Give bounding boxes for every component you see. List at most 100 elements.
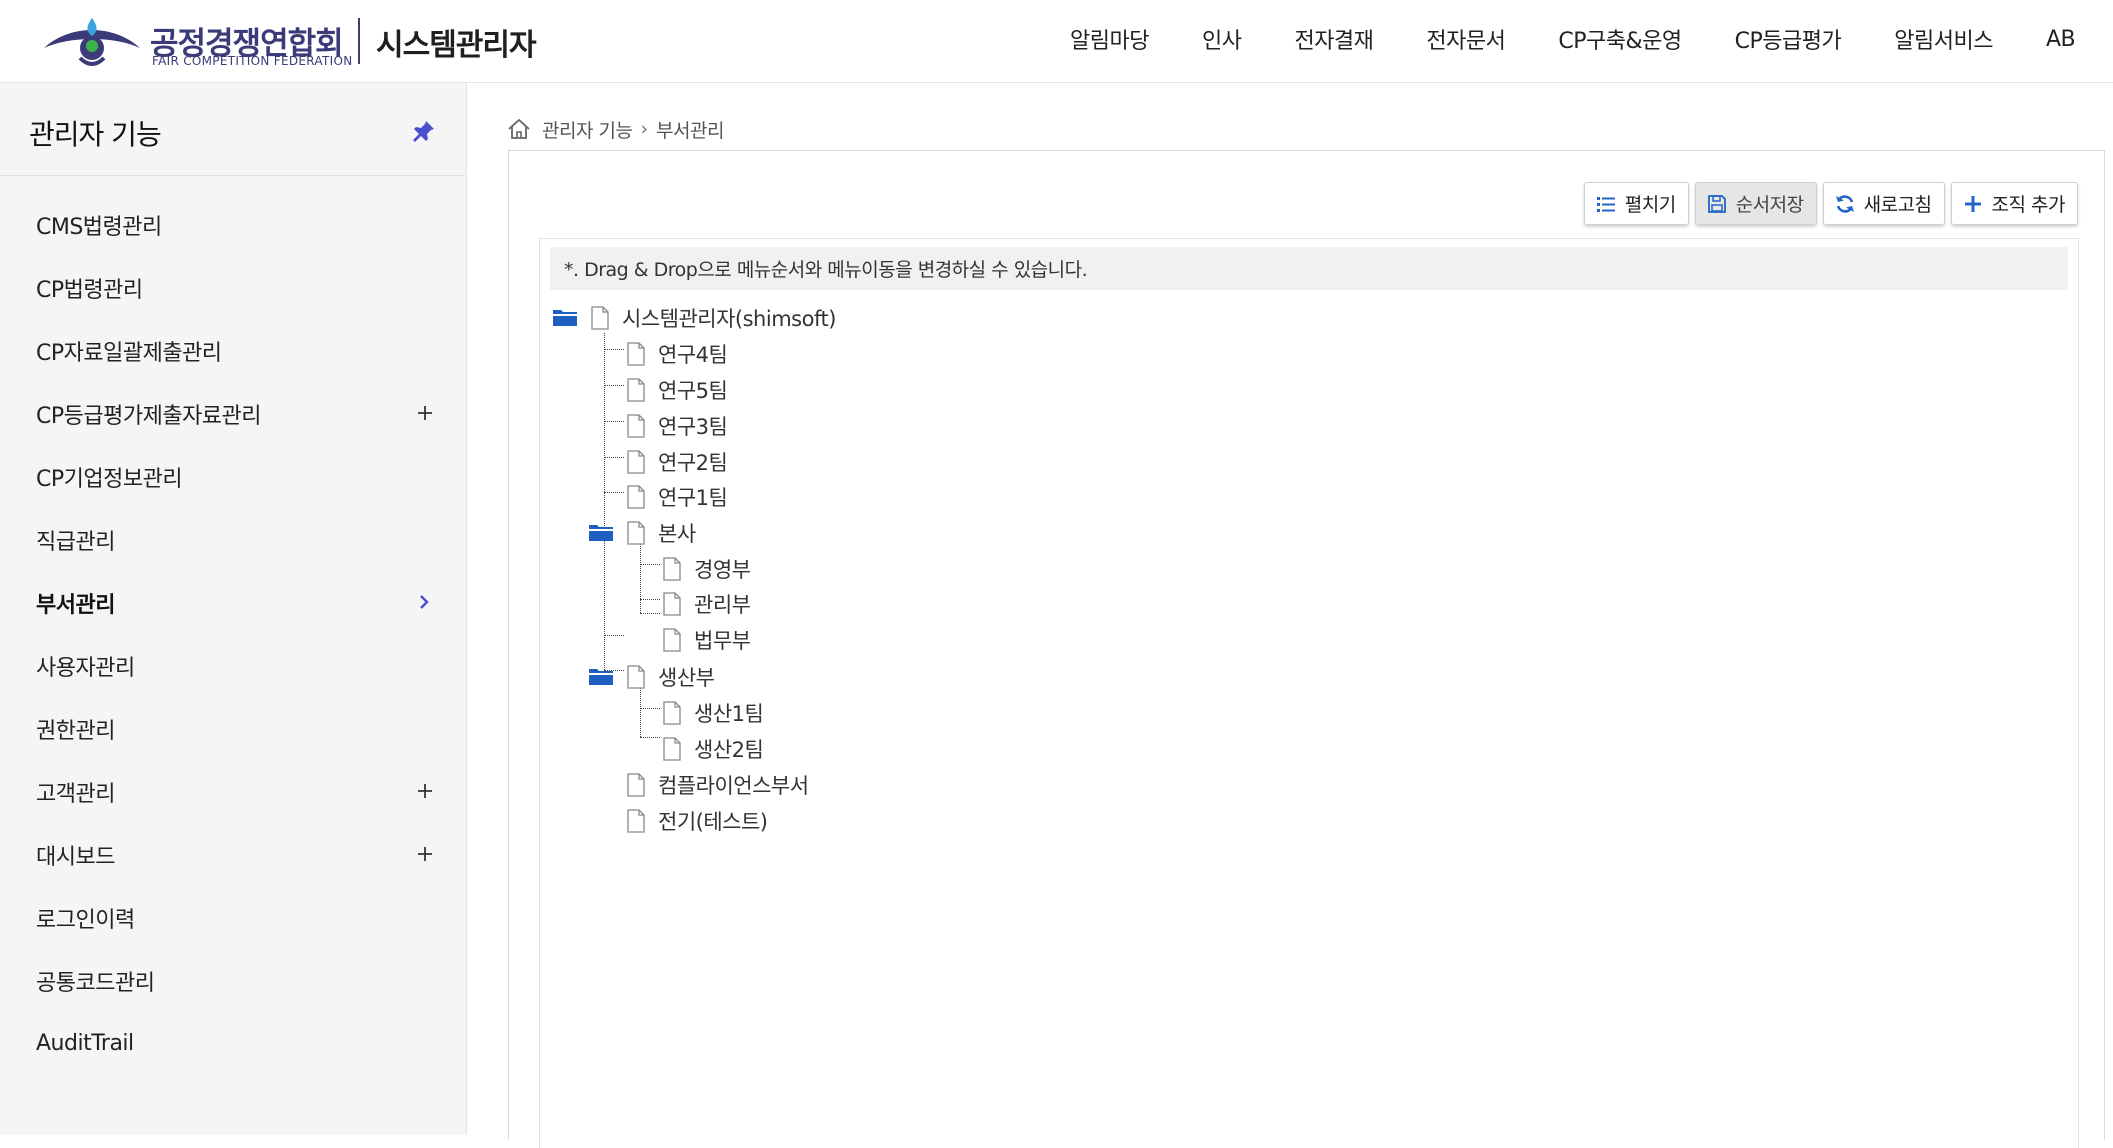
sidebar-item-label: CMS법령관리: [36, 214, 162, 240]
sidebar-item-cp-grade-submit[interactable]: CP등급평가제출자료관리: [0, 382, 465, 445]
document-icon: [591, 306, 609, 330]
tree-connector: [604, 333, 605, 670]
tree-node[interactable]: 연구5팀: [626, 375, 728, 405]
top-header: 공정경쟁연합회 FAIR COMPETITION FEDERATION 시스템관…: [0, 0, 2113, 83]
tree-node-production[interactable]: 생산부: [626, 662, 715, 692]
nav-e-document[interactable]: 전자문서: [1426, 23, 1505, 55]
tree-connector: [604, 457, 624, 458]
nav-cp-grade[interactable]: CP등급평가: [1735, 23, 1842, 55]
drag-drop-notice: *. Drag & Drop으로 메뉴순서와 메뉴이동을 변경하실 수 있습니다…: [550, 247, 2068, 290]
sidebar-item-audit-trail[interactable]: AuditTrail: [0, 1012, 465, 1075]
home-icon[interactable]: [506, 117, 532, 141]
toolbar: 펼치기 순서저장 새로고침 조직 추가: [1583, 182, 2078, 225]
tree-node-root[interactable]: 시스템관리자(shimsoft): [590, 303, 836, 333]
tree-node[interactable]: 법무부: [662, 625, 751, 655]
breadcrumb-separator: ›: [640, 118, 649, 140]
tree-node[interactable]: 컴플라이언스부서: [626, 770, 809, 800]
plus-icon[interactable]: [414, 402, 436, 424]
tree-node-label: 관리부: [694, 593, 751, 617]
refresh-button-label: 새로고침: [1863, 194, 1932, 216]
tree-node[interactable]: 연구3팀: [626, 411, 728, 441]
nav-notice-board[interactable]: 알림마당: [1070, 23, 1149, 55]
tree-node[interactable]: 생산2팀: [662, 734, 764, 764]
sidebar-item-user[interactable]: 사용자관리: [0, 634, 465, 697]
tree-node-label: 생산부: [658, 666, 715, 690]
plus-icon[interactable]: [414, 780, 436, 802]
tree-node-label: 컴플라이언스부서: [658, 774, 809, 798]
sidebar-item-permission[interactable]: 권한관리: [0, 697, 465, 760]
nav-e-approval[interactable]: 전자결재: [1294, 23, 1373, 55]
folder-open-icon[interactable]: [588, 522, 614, 542]
tree-connector: [640, 539, 641, 613]
tree-node-label: 전기(테스트): [658, 810, 768, 834]
sidebar-item-label: 부서관리: [36, 592, 115, 618]
tree-node[interactable]: 연구4팀: [626, 339, 728, 369]
plus-icon: [1964, 195, 1981, 212]
floppy-disk-icon: [1707, 194, 1726, 213]
sidebar-item-customer[interactable]: 고객관리: [0, 760, 465, 823]
pin-icon[interactable]: [412, 119, 436, 143]
sidebar-item-label: 직급관리: [36, 529, 115, 555]
tree-node[interactable]: 연구1팀: [626, 482, 728, 512]
sidebar-item-label: 공통코드관리: [36, 970, 155, 996]
document-icon: [627, 665, 645, 689]
sidebar-item-rank[interactable]: 직급관리: [0, 508, 465, 571]
sidebar-item-label: CP기업정보관리: [36, 466, 183, 492]
sidebar-item-cp-company-info[interactable]: CP기업정보관리: [0, 445, 465, 508]
sidebar-item-cms-law[interactable]: CMS법령관리: [0, 193, 465, 256]
sidebar-item-label: CP자료일괄제출관리: [36, 340, 222, 366]
folder-open-icon[interactable]: [588, 666, 614, 686]
add-organization-button[interactable]: 조직 추가: [1950, 182, 2078, 225]
save-order-button[interactable]: 순서저장: [1694, 182, 1817, 225]
expand-button[interactable]: 펼치기: [1583, 182, 1689, 225]
document-icon: [627, 342, 645, 366]
save-order-button-label: 순서저장: [1735, 194, 1804, 216]
breadcrumb: 관리자 기능 › 부서관리: [506, 114, 724, 144]
sidebar-item-label: 사용자관리: [36, 655, 135, 681]
tree-node[interactable]: 경영부: [662, 554, 751, 584]
sidebar-item-label: 대시보드: [36, 844, 115, 870]
tree-connector: [604, 635, 624, 636]
tree-node-label: 시스템관리자(shimsoft): [622, 307, 836, 331]
document-icon: [627, 773, 645, 797]
tree-node-label: 생산1팀: [694, 702, 764, 726]
sidebar-item-department[interactable]: 부서관리: [0, 571, 465, 634]
nav-hr[interactable]: 인사: [1202, 23, 1242, 55]
sidebar-item-label: CP법령관리: [36, 277, 143, 303]
sidebar-item-cp-law[interactable]: CP법령관리: [0, 256, 465, 319]
tree-node[interactable]: 관리부: [662, 589, 751, 619]
nav-cp-operation[interactable]: CP구축&운영: [1558, 23, 1682, 55]
refresh-button[interactable]: 새로고침: [1822, 182, 1945, 225]
logo-divider: [358, 18, 360, 64]
sidebar-item-login-history[interactable]: 로그인이력: [0, 886, 465, 949]
sidebar-item-cp-bulk-submit[interactable]: CP자료일괄제출관리: [0, 319, 465, 382]
document-icon: [663, 592, 681, 616]
sidebar-header: 관리자 기능: [0, 83, 465, 176]
sidebar: 관리자 기능 CMS법령관리 CP법령관리 CP자료일괄제출관리 CP등급평가제…: [0, 83, 467, 1135]
sidebar-item-label: AuditTrail: [36, 1031, 134, 1056]
tree-node[interactable]: 연구2팀: [626, 447, 728, 477]
sidebar-item-common-code[interactable]: 공통코드관리: [0, 949, 465, 1012]
sidebar-item-dashboard[interactable]: 대시보드: [0, 823, 465, 886]
nav-ab[interactable]: AB: [2046, 27, 2076, 52]
logo[interactable]: 공정경쟁연합회 FAIR COMPETITION FEDERATION 시스템관…: [40, 14, 560, 72]
federation-logo-icon: [44, 18, 140, 66]
plus-icon[interactable]: [414, 843, 436, 865]
tree-node-headquarters[interactable]: 본사: [626, 518, 696, 548]
tree-node[interactable]: 전기(테스트): [626, 806, 768, 836]
nav-alert-service[interactable]: 알림서비스: [1894, 23, 1993, 55]
folder-open-icon[interactable]: [552, 307, 578, 327]
sidebar-item-label: 고객관리: [36, 781, 115, 807]
department-tree-container: *. Drag & Drop으로 메뉴순서와 메뉴이동을 변경하실 수 있습니다…: [539, 238, 2079, 1148]
tree-connector: [604, 421, 624, 422]
document-icon: [663, 557, 681, 581]
document-icon: [627, 414, 645, 438]
tree-node-label: 법무부: [694, 629, 751, 653]
tree-connector: [640, 599, 660, 600]
tree-node[interactable]: 생산1팀: [662, 698, 764, 728]
tree-connector: [640, 564, 660, 565]
refresh-icon: [1835, 194, 1854, 213]
main-panel: 펼치기 순서저장 새로고침 조직 추가 *. Drag & Drop으로 메뉴순…: [508, 150, 2105, 1148]
breadcrumb-parent[interactable]: 관리자 기능: [542, 116, 633, 143]
breadcrumb-current: 부서관리: [656, 119, 724, 142]
